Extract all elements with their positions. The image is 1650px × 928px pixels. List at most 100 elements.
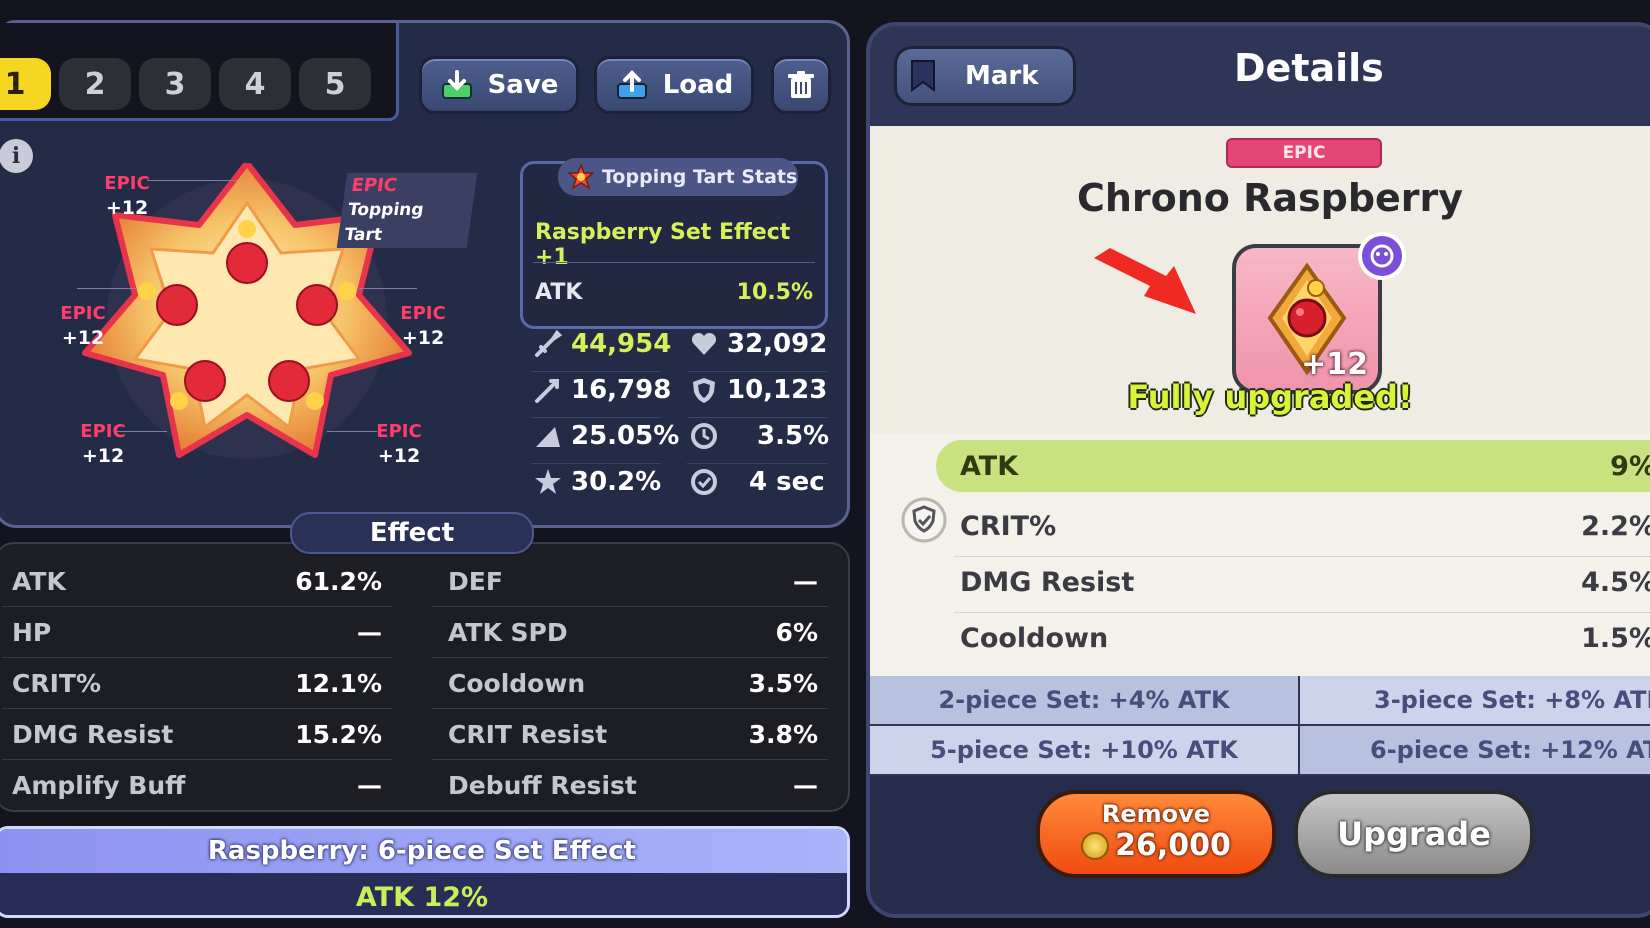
topping-tart-tag: EPIC Topping Tart	[336, 173, 478, 248]
epic-tag-bottom-left: EPIC +12	[80, 421, 126, 467]
set-bonus-3-piece: 3-piece Set: +8% ATK	[1300, 676, 1650, 724]
heart-icon	[691, 332, 717, 355]
set-effect-banner: Raspberry: 6-piece Set Effect ATK 12%	[0, 826, 850, 918]
rarity-badge: EPIC	[1226, 138, 1382, 168]
effect-row-dmg-resist: DMG Resist 15.2%	[12, 719, 382, 749]
divider	[2, 708, 392, 709]
stat-attack: 44,954	[533, 329, 671, 359]
resonance-badge-icon	[1358, 232, 1406, 280]
divider	[432, 657, 828, 658]
save-label: Save	[487, 70, 559, 100]
epic-tag-left: EPIC +12	[60, 303, 106, 349]
divider	[2, 657, 392, 658]
divider	[2, 759, 392, 760]
fully-upgraded-label: Fully upgraded!	[1127, 378, 1413, 416]
divider	[531, 463, 661, 464]
substats-list: ATK9% CRIT%2.2% DMG Resist4.5% Cooldown1…	[870, 434, 1650, 676]
divider	[432, 759, 828, 760]
delete-button[interactable]	[771, 56, 831, 114]
effect-row-debuff-resist: Debuff Resist —	[448, 770, 818, 800]
save-button[interactable]: Save	[419, 56, 579, 114]
leader-line	[147, 180, 237, 181]
tart-atk-label: ATK	[535, 280, 583, 305]
slot-tab-5[interactable]: 5	[299, 58, 371, 110]
epic-tag-bottom-right: EPIC +12	[376, 421, 422, 467]
divider	[531, 417, 661, 418]
topping-tart-illustration: EPIC +12 EPIC Topping Tart EPIC +12 EPIC +12…	[0, 163, 497, 493]
load-icon	[616, 70, 647, 99]
set-bonus-grid: 2-piece Set: +4% ATK 3-piece Set: +8% AT…	[870, 676, 1650, 776]
slot-tab-3[interactable]: 3	[139, 58, 211, 110]
substat-atk: ATK9%	[936, 440, 1650, 492]
divider	[533, 262, 815, 263]
effect-row-def: DEF —	[448, 566, 818, 596]
stat-atk-power: 16,798	[533, 375, 671, 405]
leader-line	[77, 288, 137, 289]
substat-dmg-resist: DMG Resist 4.5%	[960, 566, 1650, 598]
stat-hp: 32,092	[689, 329, 827, 359]
save-icon	[441, 70, 472, 99]
timer-icon	[691, 469, 717, 495]
topping-tart-panel: 1 2 3 4 5 Save Load i EPIC +12 EPIC Topp…	[0, 20, 850, 528]
effect-row-cooldown: Cooldown 3.5%	[448, 668, 818, 698]
load-button[interactable]: Load	[594, 56, 754, 114]
topping-tart-stats-header: Topping Tart Stats	[558, 158, 798, 196]
effect-row-crit: CRIT% 12.1%	[12, 668, 382, 698]
stat-speed: 25.05%	[533, 421, 679, 451]
stat-timer: 4 sec	[689, 467, 825, 497]
load-label: Load	[662, 70, 734, 100]
effect-header: Effect	[290, 512, 534, 554]
set-effect-title: Raspberry: 6-piece Set Effect	[0, 829, 847, 873]
red-arrow-icon	[1094, 248, 1196, 314]
tart-atk-value: 10.5%	[736, 280, 813, 305]
effect-row-crit-resist: CRIT Resist 3.8%	[448, 719, 818, 749]
effect-row-atk: ATK 61.2%	[12, 566, 382, 596]
substat-crit: CRIT% 2.2%	[960, 510, 1650, 542]
epic-tag-top: EPIC +12	[104, 173, 150, 219]
effect-table: ATK 61.2% HP — CRIT% 12.1% DMG Resist 15.2% …	[0, 542, 850, 812]
remove-label: Remove	[1101, 800, 1211, 828]
set-bonus-5-piece: 5-piece Set: +10% ATK	[870, 726, 1298, 774]
topping-level: +12	[1301, 347, 1368, 382]
remove-cost: 26,000	[1115, 828, 1231, 863]
divider	[687, 463, 827, 464]
mark-button[interactable]: Mark	[894, 46, 1076, 106]
effect-row-hp: HP —	[12, 617, 382, 647]
divider	[687, 417, 827, 418]
effect-row-amplify-buff: Amplify Buff —	[12, 770, 382, 800]
remove-button[interactable]: Remove 26,000	[1036, 790, 1276, 878]
sword-icon	[535, 379, 559, 403]
stat-cooldown: 3.5%	[689, 421, 829, 451]
bookmark-icon	[911, 60, 935, 92]
topping-tart-stats-box: Topping Tart Stats Raspberry Set Effect …	[520, 158, 828, 329]
divider	[432, 708, 828, 709]
divider	[432, 606, 828, 607]
topping-name: Chrono Raspberry	[1076, 176, 1464, 220]
crit-icon	[535, 469, 561, 494]
stat-def: 10,123	[689, 375, 827, 405]
divider	[687, 371, 827, 372]
tart-badge-icon	[568, 164, 594, 190]
trash-icon	[788, 71, 814, 98]
cooldown-icon	[691, 423, 717, 449]
leader-line	[357, 288, 417, 289]
slot-tab-4[interactable]: 4	[219, 58, 291, 110]
substat-cooldown: Cooldown 1.5%	[960, 622, 1650, 654]
speed-icon	[536, 427, 560, 447]
set-bonus-2-piece: 2-piece Set: +4% ATK	[870, 676, 1298, 724]
divider	[531, 371, 661, 372]
slot-tab-1[interactable]: 1	[0, 58, 51, 110]
slot-tab-strip: 1 2 3 4 5	[0, 23, 399, 121]
set-effect-value: ATK 12%	[0, 873, 847, 915]
shield-icon	[693, 378, 715, 403]
action-bar: Remove 26,000 Upgrade	[870, 776, 1650, 914]
upgrade-button[interactable]: Upgrade	[1294, 790, 1534, 878]
epic-tag-right: EPIC +12	[400, 303, 446, 349]
effect-row-atk-spd: ATK SPD 6%	[448, 617, 818, 647]
details-panel: Mark Details EPIC Chrono Raspberry +12 F…	[866, 22, 1650, 918]
attack-icon	[535, 329, 563, 357]
slot-tab-2[interactable]: 2	[59, 58, 131, 110]
details-title: Details	[1234, 46, 1384, 90]
coin-icon	[1081, 831, 1110, 860]
stat-crit: 30.2%	[533, 467, 661, 497]
